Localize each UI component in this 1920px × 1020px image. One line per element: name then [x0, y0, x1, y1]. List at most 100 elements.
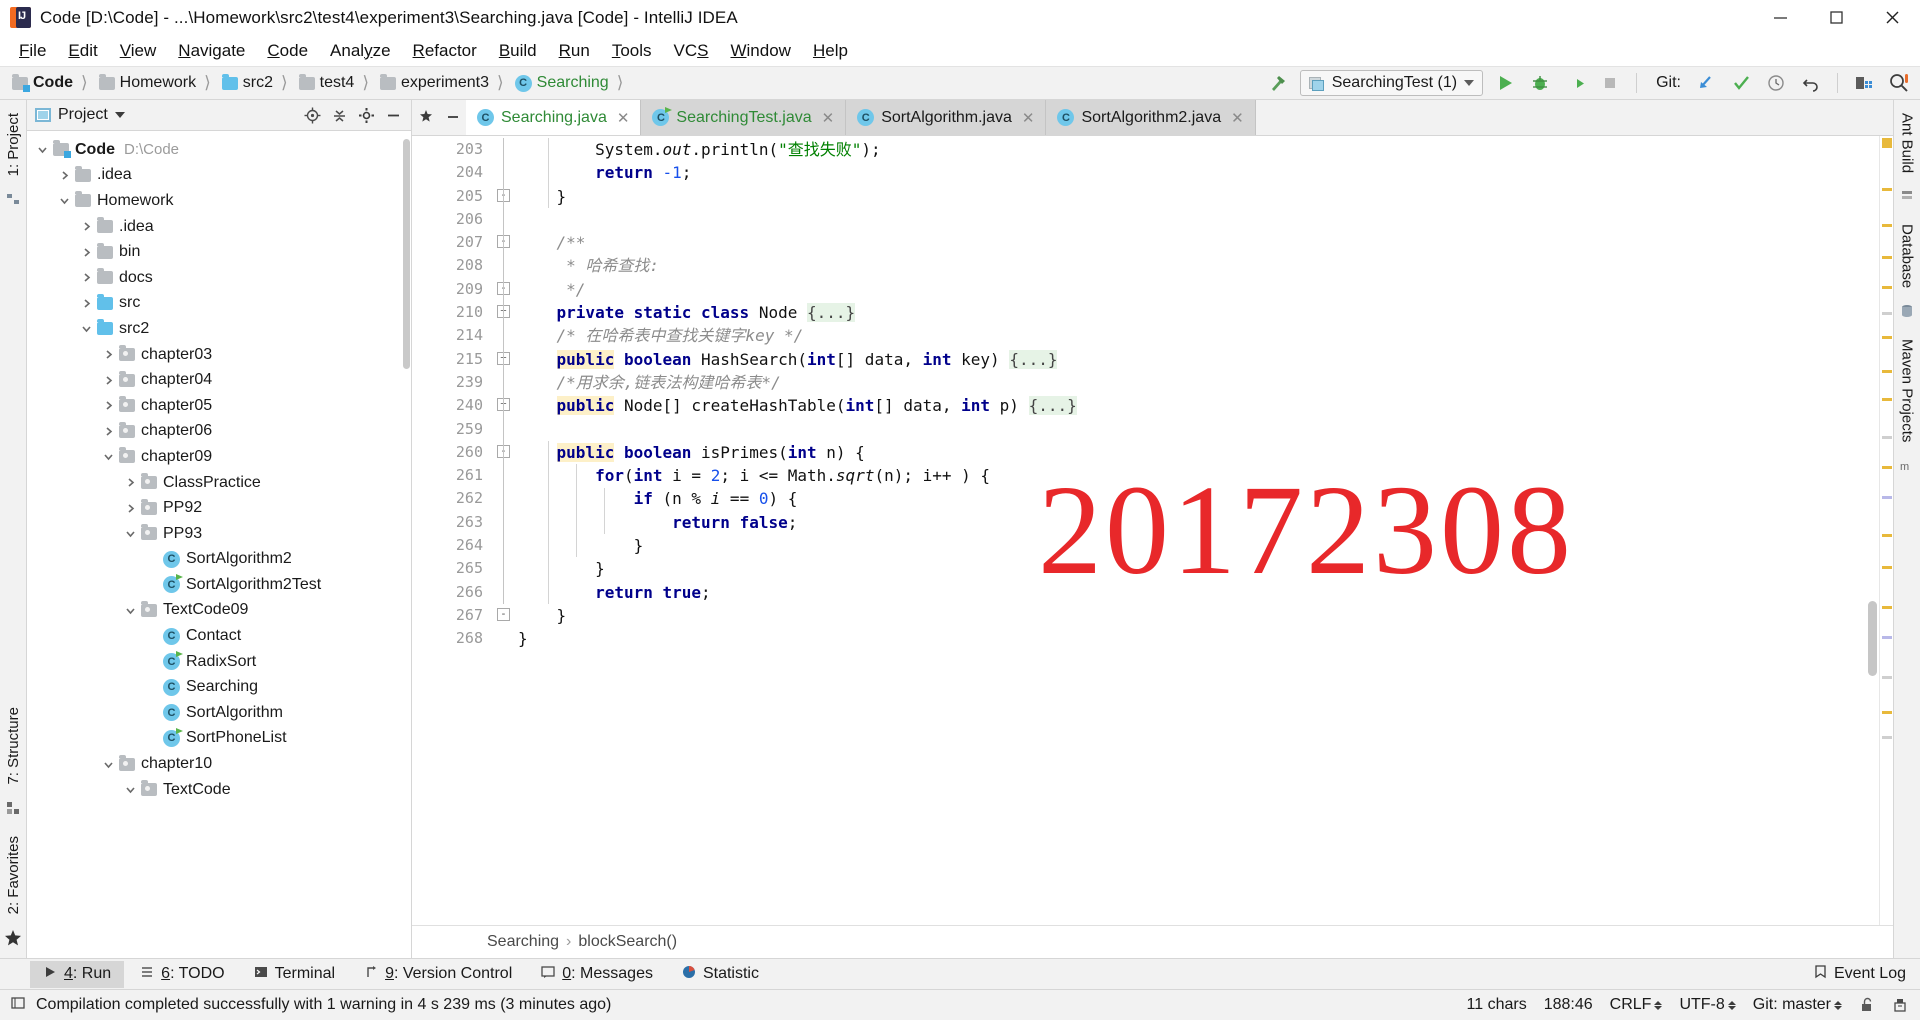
status-encoding[interactable]: UTF-8: [1679, 996, 1736, 1014]
chevron-right-icon[interactable]: [101, 347, 116, 362]
chevron-right-icon[interactable]: [79, 270, 94, 285]
breadcrumb-item-homework[interactable]: Homework ⟩: [95, 73, 218, 93]
tree-item[interactable]: src2: [27, 316, 411, 342]
tree-item[interactable]: C Contact: [27, 623, 411, 649]
tool-window-button-todo[interactable]: 6: TODO: [127, 961, 237, 988]
commit-icon[interactable]: [1728, 70, 1754, 96]
editor-tab-sortalgorithm-java[interactable]: C SortAlgorithm.java ✕: [846, 100, 1047, 135]
fold-collapse-icon[interactable]: -: [497, 608, 510, 621]
chevron-down-icon[interactable]: [35, 142, 50, 157]
hide-editor-tabs-icon[interactable]: [439, 99, 466, 135]
maven-icon[interactable]: m: [1899, 458, 1915, 479]
tree-item[interactable]: src: [27, 291, 411, 317]
maximize-icon[interactable]: [1808, 0, 1864, 35]
tool-window-button-messages[interactable]: 0: Messages: [528, 961, 666, 988]
menu-item-code[interactable]: Code: [256, 38, 319, 64]
close-tab-icon[interactable]: ✕: [1231, 109, 1244, 127]
editor-tab-sortalgorithm2-java[interactable]: C SortAlgorithm2.java ✕: [1046, 100, 1256, 135]
breadcrumb-item-src2[interactable]: src2 ⟩: [218, 73, 295, 93]
tree-item[interactable]: PP92: [27, 495, 411, 521]
menu-item-tools[interactable]: Tools: [601, 38, 663, 64]
open-settings-icon[interactable]: [1851, 70, 1877, 96]
close-tab-icon[interactable]: ✕: [822, 109, 835, 127]
code-editor[interactable]: 203 204 205 206 207 208 209 210 214 215 239 240 259 2…: [412, 136, 1893, 925]
unlocked-icon[interactable]: [1859, 997, 1875, 1013]
chevron-right-icon[interactable]: [101, 398, 116, 413]
tree-item[interactable]: C SortAlgorithm2Test: [27, 572, 411, 598]
editor-marker[interactable]: [1882, 636, 1892, 639]
editor-marker[interactable]: [1882, 711, 1892, 714]
status-git-branch[interactable]: Git: master: [1753, 996, 1842, 1014]
inspection-status-marker[interactable]: [1882, 138, 1892, 148]
settings-gear-icon[interactable]: [356, 105, 376, 125]
inspection-icon[interactable]: [1892, 997, 1908, 1013]
locate-icon[interactable]: [302, 105, 322, 125]
tool-window-button-terminal[interactable]: Terminal: [241, 961, 348, 988]
menu-item-view[interactable]: View: [109, 38, 168, 64]
breadcrumb-item-code[interactable]: Code ⟩: [8, 73, 95, 93]
editor-marker-strip[interactable]: [1879, 136, 1893, 925]
editor-marker[interactable]: [1882, 436, 1892, 439]
breadcrumb-item-experiment3[interactable]: experiment3 ⟩: [376, 73, 511, 93]
menu-item-build[interactable]: Build: [488, 38, 548, 64]
tree-item[interactable]: C SortPhoneList: [27, 726, 411, 752]
tree-scrollbar[interactable]: [403, 139, 410, 369]
tool-window-button-versioncontrol[interactable]: 9: Version Control: [351, 961, 525, 988]
structure-small-icon[interactable]: [5, 191, 21, 212]
tree-item[interactable]: C SortAlgorithm: [27, 700, 411, 726]
tree-item[interactable]: Code D:\Code: [27, 137, 411, 163]
star-icon[interactable]: [4, 929, 22, 952]
editor-marker[interactable]: [1882, 286, 1892, 289]
editor-marker[interactable]: [1882, 398, 1892, 401]
sidebar-item-database[interactable]: Database: [1899, 217, 1916, 295]
menu-item-navigate[interactable]: Navigate: [167, 38, 256, 64]
chevron-down-icon[interactable]: [101, 757, 116, 772]
chevron-down-icon[interactable]: [79, 321, 94, 336]
status-line-separator[interactable]: CRLF: [1610, 996, 1663, 1014]
tree-item[interactable]: .idea: [27, 163, 411, 189]
editor-tab-searching-java[interactable]: C Searching.java ✕: [466, 100, 642, 135]
sidebar-item-project[interactable]: 1: Project: [5, 106, 22, 183]
collapse-all-icon[interactable]: [329, 105, 349, 125]
tree-item[interactable]: Homework: [27, 188, 411, 214]
tree-item[interactable]: C SortAlgorithm2: [27, 547, 411, 573]
editor-marker[interactable]: [1882, 336, 1892, 339]
history-icon[interactable]: [1763, 70, 1789, 96]
editor-breadcrumb-class[interactable]: Searching: [487, 933, 559, 951]
tool-window-button-statistic[interactable]: Statistic: [669, 961, 772, 988]
menu-item-refactor[interactable]: Refactor: [402, 38, 488, 64]
run-with-coverage-icon[interactable]: [1562, 70, 1588, 96]
menu-item-analyze[interactable]: Analyze: [319, 38, 402, 64]
tool-window-button-run[interactable]: 4: Run: [30, 960, 125, 988]
close-icon[interactable]: [1864, 0, 1920, 35]
sidebar-item-ant-build[interactable]: Ant Build: [1899, 106, 1916, 180]
chevron-right-icon[interactable]: [79, 296, 94, 311]
tree-item[interactable]: chapter03: [27, 342, 411, 368]
chevron-down-icon[interactable]: [123, 782, 138, 797]
search-everywhere-icon[interactable]: [1886, 70, 1912, 96]
editor-marker[interactable]: [1882, 496, 1892, 499]
project-tree[interactable]: Code D:\Code .idea Homework .idea bin docs src s…: [27, 131, 411, 958]
editor-marker[interactable]: [1882, 256, 1892, 259]
build-hammer-icon[interactable]: [1265, 70, 1291, 96]
tree-item[interactable]: chapter04: [27, 367, 411, 393]
chevron-right-icon[interactable]: [123, 501, 138, 516]
editor-tab-searchingtest-java[interactable]: C SearchingTest.java ✕: [641, 100, 847, 135]
tree-item[interactable]: chapter06: [27, 419, 411, 445]
tree-item[interactable]: C RadixSort: [27, 649, 411, 675]
tree-item[interactable]: bin: [27, 239, 411, 265]
chevron-down-icon[interactable]: [123, 526, 138, 541]
editor-marker[interactable]: [1882, 566, 1892, 569]
ant-build-icon[interactable]: [1899, 188, 1915, 209]
breadcrumb-item-searching[interactable]: C Searching ⟩: [511, 73, 631, 93]
editor-marker[interactable]: [1882, 188, 1892, 191]
status-caret-position[interactable]: 188:46: [1544, 996, 1593, 1014]
tree-item[interactable]: TextCode: [27, 777, 411, 803]
breadcrumb-item-test4[interactable]: test4 ⟩: [295, 73, 376, 93]
editor-marker[interactable]: [1882, 606, 1892, 609]
tree-item[interactable]: chapter10: [27, 751, 411, 777]
run-configuration-selector[interactable]: SearchingTest (1): [1299, 70, 1484, 96]
chevron-right-icon[interactable]: [79, 219, 94, 234]
tree-item[interactable]: chapter09: [27, 444, 411, 470]
debug-icon[interactable]: [1527, 70, 1553, 96]
